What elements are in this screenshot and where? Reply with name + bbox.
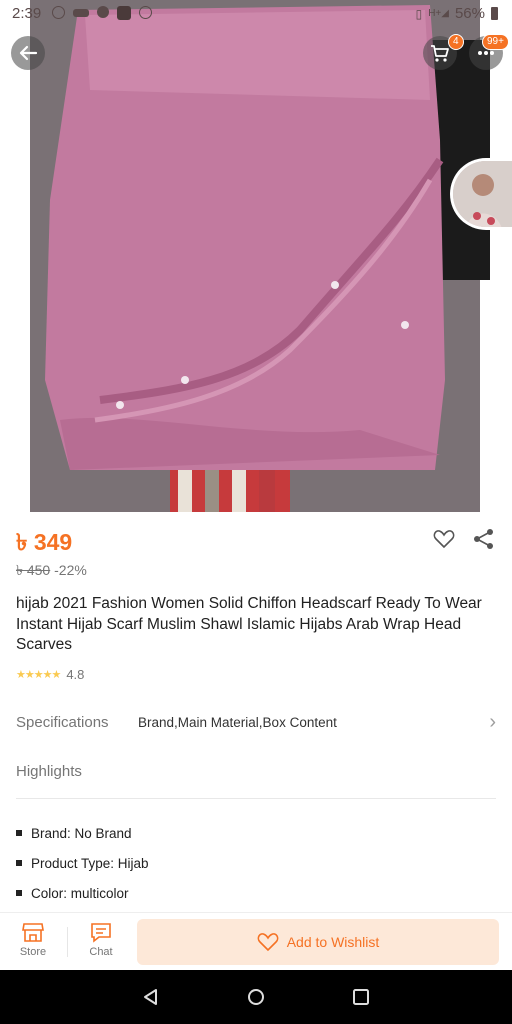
chevron-right-icon: › (489, 710, 496, 733)
store-button[interactable]: Store (8, 921, 58, 958)
battery-percent: 56% (454, 5, 485, 22)
status-bar: 2:39 ▯ H+◢ 56% (0, 0, 512, 30)
rating-value: 4.8 (66, 667, 85, 682)
system-nav-bar (0, 970, 512, 1024)
cart-icon (431, 45, 449, 62)
divider (16, 798, 496, 799)
chat-label: Chat (89, 946, 113, 958)
vibrate-icon: ▯ (415, 6, 423, 21)
specifications-label: Specifications (16, 713, 109, 731)
nav-recents-icon[interactable] (351, 987, 371, 1007)
list-item: Brand: No Brand (16, 818, 149, 848)
panda-icon (97, 6, 109, 18)
bullet-icon (16, 860, 22, 866)
divider (67, 927, 68, 957)
bullet-icon (16, 830, 22, 836)
specifications-value: Brand,Main Material,Box Content (138, 714, 337, 730)
more-count-badge: 99+ (482, 34, 509, 50)
highlight-text: Color: multicolor (31, 885, 129, 901)
app-icon (73, 9, 89, 17)
highlights-heading: Highlights (16, 763, 82, 780)
messenger-icon (139, 6, 152, 19)
list-item: Color: multicolor (16, 878, 149, 908)
product-image-gallery[interactable]: 2:39 ▯ H+◢ 56% 4 99+ (0, 0, 512, 512)
star-rating-icon: ★★★★★ (16, 669, 61, 681)
status-time: 2:39 (12, 5, 42, 22)
highlight-text: Product Type: Hijab (31, 855, 149, 871)
system-status: ▯ H+◢ 56% (416, 5, 498, 22)
product-image[interactable] (0, 0, 512, 512)
share-icon[interactable] (473, 528, 495, 550)
chat-button[interactable]: Chat (76, 921, 126, 958)
nav-back-icon[interactable] (141, 987, 161, 1007)
rating-row[interactable]: ★★★★★ 4.8 (16, 667, 84, 682)
highlights-list: Brand: No Brand Product Type: Hijab Colo… (16, 818, 149, 908)
store-label: Store (19, 946, 47, 958)
heart-icon (257, 933, 279, 952)
price: ৳ 349 (16, 529, 73, 555)
avatar-image (453, 161, 512, 227)
specifications-row[interactable]: Specifications Brand,Main Material,Box C… (16, 708, 496, 736)
highlight-text: Brand: No Brand (31, 825, 132, 841)
bottom-action-bar: Store Chat Add to Wishlist (0, 912, 512, 971)
messaging-icon (52, 6, 65, 19)
discount-label: -22% (54, 562, 87, 578)
live-stream-avatar[interactable] (450, 158, 512, 230)
wishlist-label: Add to Wishlist (286, 934, 380, 950)
chat-icon (91, 923, 111, 943)
original-price: ৳ 450 (16, 562, 51, 578)
add-to-wishlist-button[interactable]: Add to Wishlist (137, 919, 499, 965)
original-price-row: ৳ 450 -22% (16, 559, 87, 583)
signal-icon: H+◢ (428, 8, 449, 19)
heart-icon[interactable] (433, 529, 455, 549)
list-item: Product Type: Hijab (16, 848, 149, 878)
nav-home-icon[interactable] (246, 987, 266, 1007)
battery-icon (491, 7, 498, 20)
back-button[interactable] (11, 36, 45, 70)
signal-type: H+ (428, 8, 442, 19)
notification-icons (52, 6, 152, 20)
bullet-icon (16, 890, 22, 896)
product-title: hijab 2021 Fashion Women Solid Chiffon H… (16, 595, 482, 653)
arrow-left-icon (19, 45, 38, 61)
cart-count-badge: 4 (448, 34, 464, 50)
square-app-icon (117, 6, 131, 20)
store-icon (22, 923, 44, 942)
